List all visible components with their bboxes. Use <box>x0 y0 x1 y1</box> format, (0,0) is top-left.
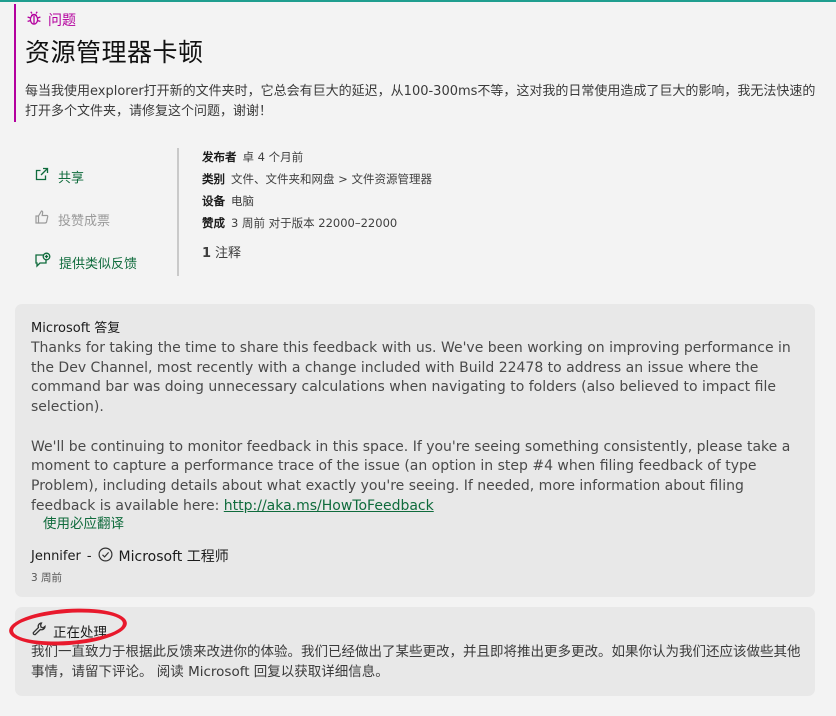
similar-feedback-button[interactable]: 提供类似反馈 <box>34 252 137 273</box>
response-paragraph-1: Thanks for taking the time to share this… <box>31 340 791 416</box>
thumbs-up-icon <box>34 209 50 229</box>
response-author: Jennifer - Microsoft 工程师 <box>31 546 229 566</box>
issue-title: 资源管理器卡顿 <box>25 38 204 67</box>
status-description: 我们一直致力于根据此反馈来改进你的体验。我们已经做出了某些更改，并且即将推出更多… <box>31 644 801 680</box>
comment-count-number: 1 <box>202 246 212 261</box>
share-icon <box>34 166 50 186</box>
status-card: 正在处理 我们一直致力于根据此反馈来改进你的体验。我们已经做出了某些更改，并且即… <box>15 607 815 696</box>
share-button[interactable]: 共享 <box>34 166 84 186</box>
comment-count-label: 注释 <box>215 246 242 261</box>
meta-upvotes: 赞成 3 周前 对于版本 22000–22000 <box>202 216 398 230</box>
meta-device: 设备 电脑 <box>202 194 254 208</box>
upvote-button[interactable]: 投赞成票 <box>34 209 110 229</box>
response-paragraph-2: We'll be continuing to monitor feedback … <box>31 438 791 514</box>
similar-feedback-label: 提供类似反馈 <box>59 257 138 272</box>
share-label: 共享 <box>58 170 85 186</box>
vertical-divider <box>177 148 179 276</box>
comment-count[interactable]: 1 注释 <box>202 242 241 261</box>
check-circle-icon <box>98 546 113 566</box>
issue-header: 问题 资源管理器卡顿 每当我使用explorer打开新的文件夹时，它总会有巨大的… <box>14 4 824 122</box>
author-separator: - <box>86 548 92 564</box>
issue-type-label: 问题 <box>48 13 76 29</box>
translate-with-bing-link[interactable]: 使用必应翻译 <box>43 512 124 532</box>
meta-category: 类别 文件、文件夹和网盘 > 文件资源管理器 <box>202 172 432 186</box>
meta-publisher: 发布者卓 4 个月前 <box>202 150 304 164</box>
top-accent-line <box>0 0 836 2</box>
issue-description: 每当我使用explorer打开新的文件夹时，它总会有巨大的延迟，从100-300… <box>25 84 816 119</box>
how-to-feedback-link[interactable]: http://aka.ms/HowToFeedback <box>224 498 434 514</box>
feedback-add-icon <box>34 252 51 273</box>
issue-type-row: 问题 <box>26 10 76 30</box>
response-title: Microsoft 答复 <box>31 321 121 336</box>
response-body: Thanks for taking the time to share this… <box>31 339 801 536</box>
response-timestamp: 3 周前 <box>31 572 63 584</box>
upvote-label: 投赞成票 <box>58 213 111 229</box>
author-role: Microsoft 工程师 <box>118 549 229 565</box>
bug-icon <box>26 10 42 30</box>
microsoft-response-card: Microsoft 答复 Thanks for taking the time … <box>15 304 815 597</box>
author-name: Jennifer <box>31 548 81 564</box>
